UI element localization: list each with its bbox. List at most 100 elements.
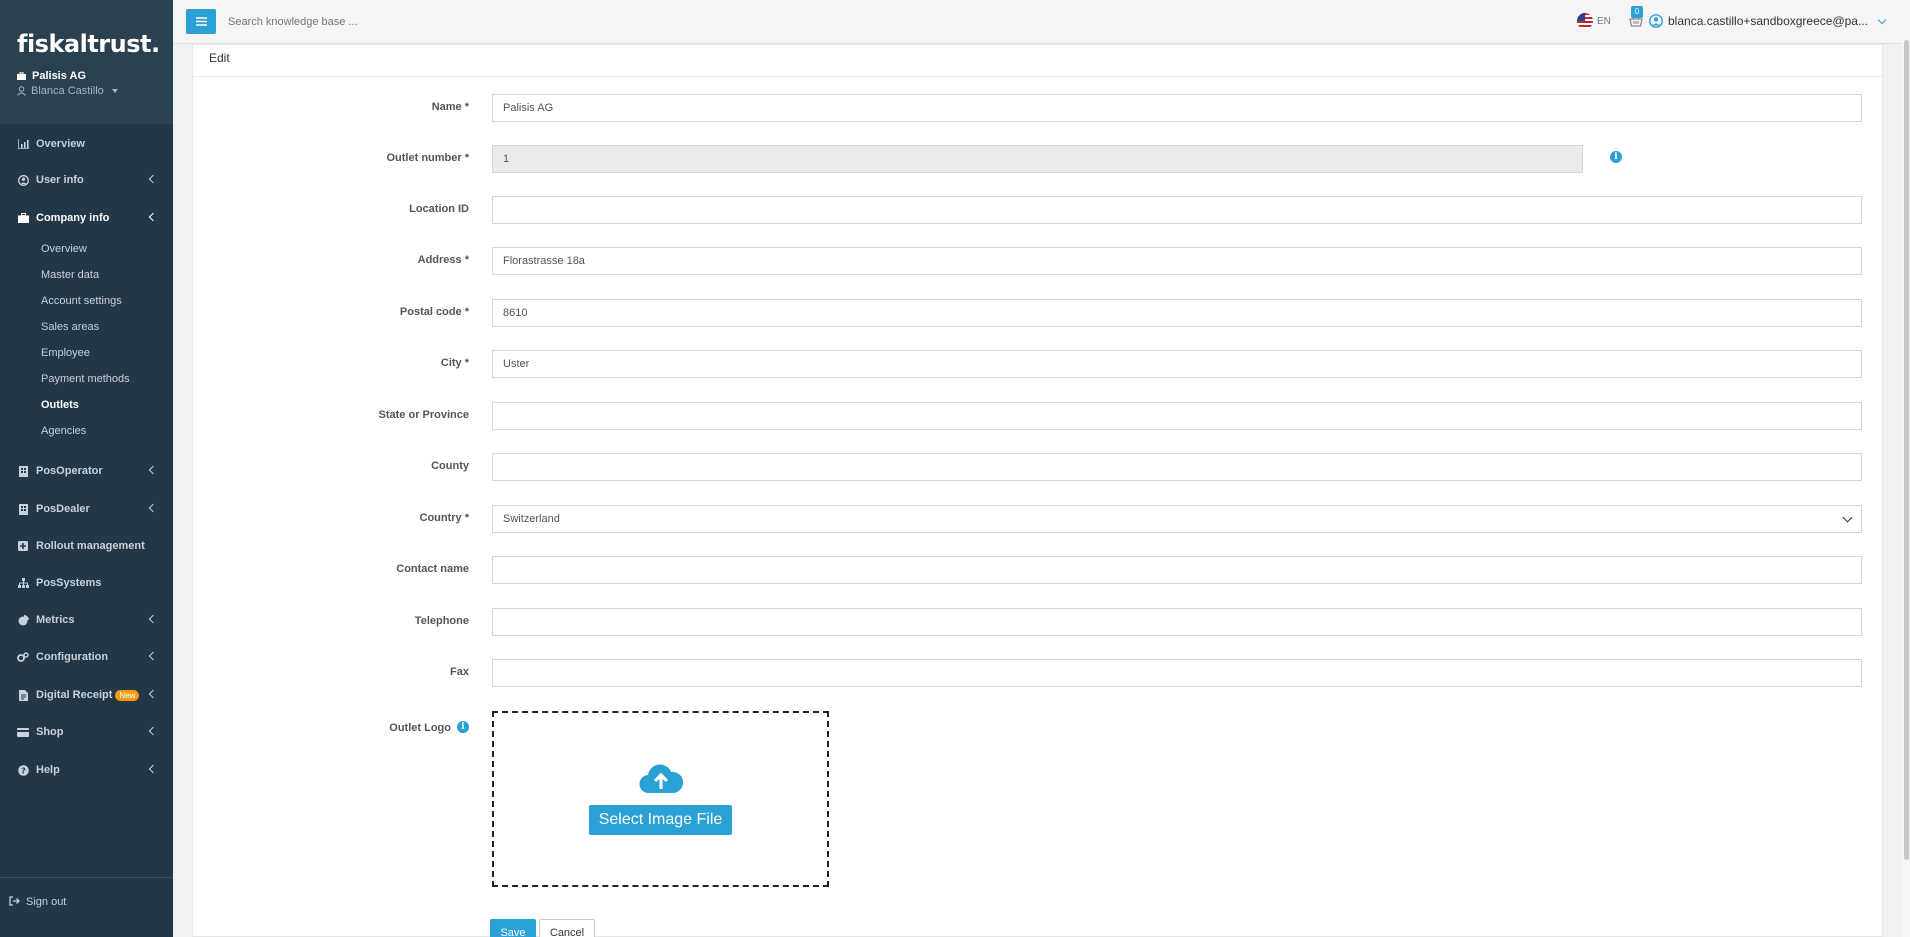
cancel-button[interactable]: Cancel [539, 919, 595, 937]
chevron-left-icon [148, 651, 158, 661]
info-icon[interactable]: i [1610, 151, 1622, 163]
name-label: Name * [431, 101, 469, 113]
nav-help[interactable]: ? Help [0, 756, 173, 784]
sub-employee[interactable]: Employee [0, 341, 173, 365]
nav-configuration[interactable]: Configuration [0, 643, 173, 671]
user-switcher[interactable]: Blanca Castillo [17, 85, 173, 97]
sub-master-data[interactable]: Master data [0, 263, 173, 287]
state-input[interactable] [492, 402, 1862, 430]
language-selector[interactable]: EN [1577, 13, 1611, 29]
contact-name-input[interactable] [492, 556, 1862, 584]
select-image-button[interactable]: Select Image File [588, 805, 733, 835]
nav-overview[interactable]: Overview [0, 130, 173, 158]
nav-label: Metrics [36, 614, 75, 626]
company-switcher[interactable]: Palisis AG [17, 70, 173, 82]
save-button[interactable]: Save [490, 919, 536, 937]
country-selected-value: Switzerland [503, 513, 560, 525]
outlet-number-input: 1 [492, 145, 1583, 173]
sub-label: Employee [41, 347, 90, 359]
address-input[interactable]: Florastrasse 18a [492, 247, 1862, 275]
state-label: State or Province [378, 409, 469, 421]
user-name: Blanca Castillo [31, 85, 104, 97]
nav-label: PosOperator [36, 465, 103, 477]
nav-shop[interactable]: Shop [0, 718, 173, 746]
nav-label: Configuration [36, 651, 109, 663]
location-label: Location ID [409, 203, 469, 215]
chevron-left-icon [148, 689, 158, 699]
telephone-label: Telephone [414, 615, 469, 627]
knowledge-base-search-input[interactable] [228, 12, 728, 32]
sub-overview[interactable]: Overview [0, 237, 173, 261]
county-row: County [193, 453, 1884, 481]
sub-label: Sales areas [41, 321, 100, 333]
location-id-input[interactable] [492, 196, 1862, 224]
outlet-edit-panel: Edit Name * Palisis AG Outlet number * 1… [192, 44, 1883, 937]
sub-label: Master data [41, 269, 100, 281]
brand-block: fiskaltrust. Palisis AG Blanca Castillo [0, 0, 173, 124]
sub-payment-methods[interactable]: Payment methods [0, 367, 173, 391]
country-row: Country * Switzerland [193, 505, 1884, 533]
chevron-left-icon [148, 614, 158, 624]
postal-row: Postal code * 8610 [193, 299, 1884, 327]
country-select[interactable]: Switzerland [492, 505, 1862, 533]
logo-dropzone[interactable]: Select Image File [492, 711, 829, 887]
sub-label: Agencies [41, 425, 87, 437]
name-input[interactable]: Palisis AG [492, 94, 1862, 122]
sign-out-link[interactable]: Sign out [0, 877, 173, 937]
sub-label: Payment methods [41, 373, 130, 385]
sidebar-toggle-button[interactable] [186, 9, 216, 34]
county-label: County [431, 460, 469, 472]
city-input[interactable]: Uster [492, 350, 1862, 378]
logo-row: Outlet Logo i [193, 715, 1884, 735]
user-circle-icon [17, 174, 29, 186]
address-label: Address * [417, 254, 469, 266]
nav-user-info[interactable]: User info [0, 166, 173, 194]
nav-company-info[interactable]: Company info [0, 204, 173, 232]
nav-possystems[interactable]: PosSystems [0, 569, 173, 597]
sub-label: Overview [41, 243, 87, 255]
nav-label: Overview [36, 138, 85, 150]
contact-row: Contact name [193, 556, 1884, 584]
telephone-input[interactable] [492, 608, 1862, 636]
outlet-logo-label: Outlet Logo [389, 722, 451, 734]
briefcase-icon [17, 212, 29, 224]
building-icon [17, 465, 29, 477]
sub-account-settings[interactable]: Account settings [0, 289, 173, 313]
location-row: Location ID [193, 196, 1884, 224]
nav-posoperator[interactable]: PosOperator [0, 457, 173, 485]
nav-metrics[interactable]: Metrics [0, 606, 173, 634]
plus-square-icon [17, 540, 29, 552]
nav-rollout-management[interactable]: Rollout management [0, 532, 173, 560]
logo: fiskaltrust. [17, 30, 160, 58]
pie-chart-icon [17, 614, 29, 626]
fax-row: Fax [193, 659, 1884, 687]
cogs-icon [17, 651, 29, 663]
nav-label: Rollout management [36, 540, 145, 552]
building-icon [17, 503, 29, 515]
nav-digital-receipt[interactable]: Digital Receipt New [0, 681, 173, 709]
postal-label: Postal code * [399, 306, 469, 318]
sub-agencies[interactable]: Agencies [0, 419, 173, 443]
address-row: Address * Florastrasse 18a [193, 247, 1884, 275]
nav-label: Digital Receipt [36, 689, 113, 701]
nav-posdealer[interactable]: PosDealer [0, 495, 173, 523]
chevron-down-icon [1877, 15, 1887, 24]
chevron-left-icon [148, 726, 158, 736]
scrollbar-thumb[interactable] [1904, 40, 1909, 860]
cart-count-badge: 0 [1631, 6, 1643, 18]
credit-card-icon [17, 726, 29, 738]
county-input[interactable] [492, 453, 1862, 481]
postal-code-input[interactable]: 8610 [492, 299, 1862, 327]
country-label: Country * [419, 512, 470, 524]
panel-title: Edit [193, 45, 1882, 77]
nav-label: PosDealer [36, 503, 90, 515]
sub-sales-areas[interactable]: Sales areas [0, 315, 173, 339]
info-icon[interactable]: i [457, 721, 469, 733]
sidebar: fiskaltrust. Palisis AG Blanca Castillo … [0, 0, 173, 937]
sign-out-label: Sign out [26, 896, 67, 908]
briefcase-icon [17, 72, 26, 80]
user-account-menu[interactable]: blanca.castillo+sandboxgreece@pa... [1649, 14, 1887, 28]
outlet-number-label: Outlet number * [386, 152, 469, 164]
fax-input[interactable] [492, 659, 1862, 687]
sub-outlets[interactable]: Outlets [0, 393, 173, 417]
